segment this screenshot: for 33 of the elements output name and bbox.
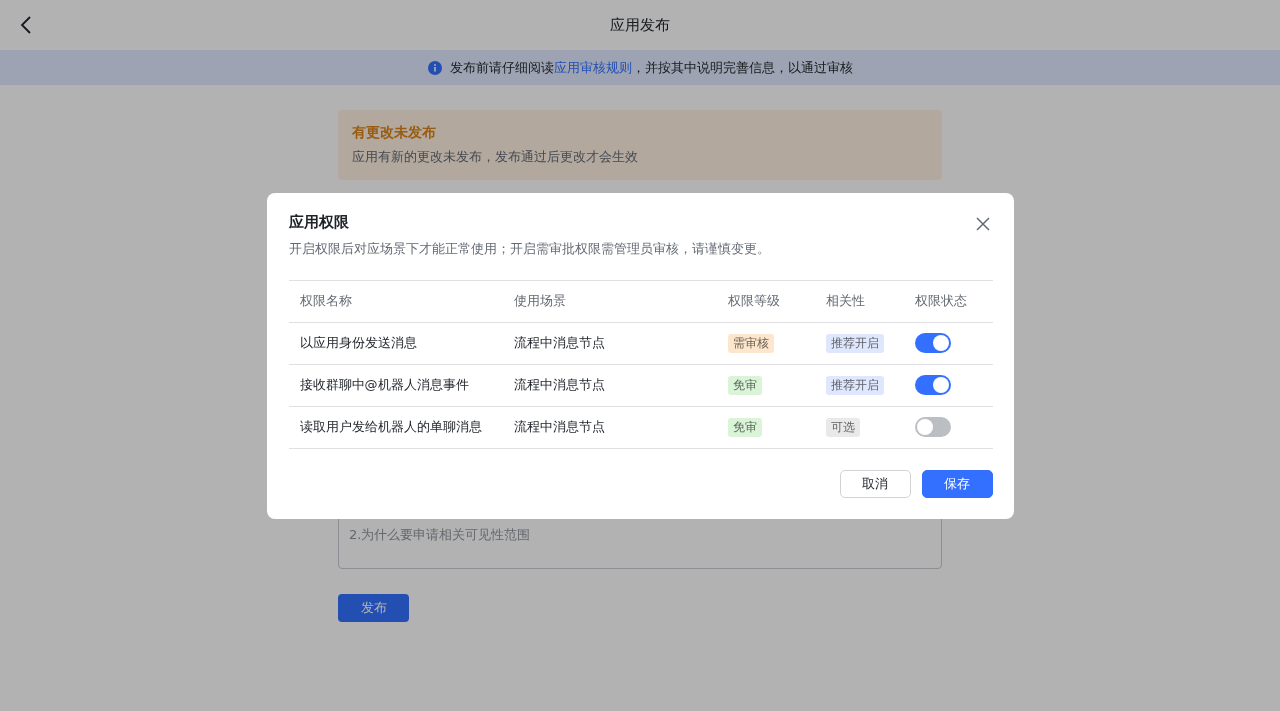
relevance-tag: 推荐开启 (825, 375, 884, 395)
usage-scene: 流程中消息节点 (513, 376, 605, 394)
level-tag: 需审核 (727, 333, 774, 353)
permission-toggle[interactable] (914, 333, 951, 353)
usage-scene: 流程中消息节点 (513, 334, 605, 352)
save-button[interactable]: 保存 (921, 469, 993, 498)
permission-name: 读取用户发给机器人的单聊消息 (299, 418, 482, 436)
column-header: 相关性 (825, 292, 865, 310)
warning-text: 应用有新的更改未发布，发布通过后更改才会生效 (352, 148, 639, 166)
permission-toggle[interactable] (914, 375, 951, 395)
close-icon[interactable] (975, 216, 990, 231)
warning-title: 有更改未发布 (352, 124, 437, 142)
permission-name: 接收群聊中@机器人消息事件 (299, 376, 469, 394)
back-icon[interactable] (20, 16, 32, 34)
column-header: 权限名称 (299, 292, 352, 310)
relevance-tag: 可选 (825, 417, 860, 437)
publish-button[interactable]: 发布 (338, 594, 409, 622)
level-tag: 免审 (727, 375, 762, 395)
dialog-title: 应用权限 (288, 212, 349, 232)
column-header: 权限状态 (914, 292, 967, 310)
usage-scene: 流程中消息节点 (513, 418, 605, 436)
notice-text: 发布前请仔细阅读应用审核规则，并按其中说明完善信息，以通过审核 (449, 58, 853, 77)
cancel-button[interactable]: 取消 (839, 469, 911, 498)
page-title: 应用发布 (610, 15, 670, 35)
info-icon (427, 60, 442, 75)
permission-name: 以应用身份发送消息 (299, 334, 417, 352)
review-rules-link[interactable]: 应用审核规则 (553, 59, 632, 75)
column-header: 使用场景 (513, 292, 566, 310)
dialog-description: 开启权限后对应场景下才能正常使用；开启需审批权限需管理员审核，请谨慎变更。 (288, 240, 771, 258)
permission-toggle[interactable] (914, 417, 951, 437)
relevance-tag: 推荐开启 (825, 333, 884, 353)
level-tag: 免审 (727, 417, 762, 437)
column-header: 权限等级 (727, 292, 780, 310)
